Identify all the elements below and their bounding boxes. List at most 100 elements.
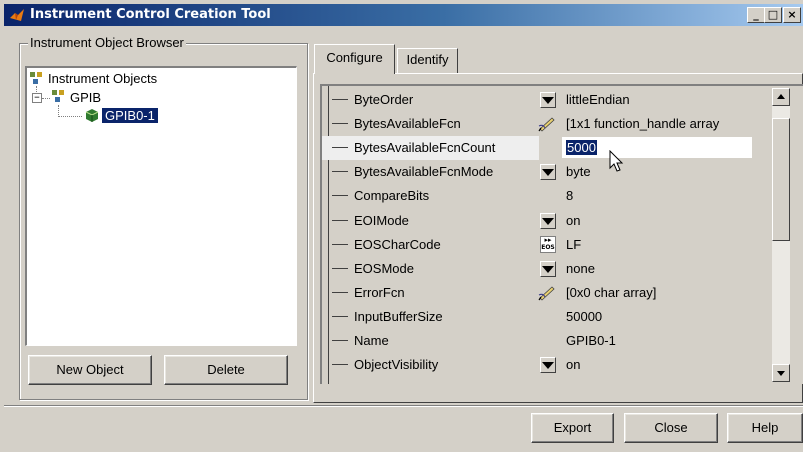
mouse-cursor-icon — [609, 150, 624, 172]
instrument-tree[interactable]: Instrument Objects − GPIB GPIB0-1 — [25, 66, 297, 346]
edit-callback-icon[interactable] — [538, 285, 556, 301]
property-row[interactable]: ObjectVisibility on — [322, 353, 792, 377]
property-value[interactable]: [1x1 function_handle array — [566, 116, 719, 131]
property-value[interactable]: [0x0 char array] — [566, 285, 656, 300]
property-tree-tick — [332, 267, 348, 269]
property-row[interactable]: EOSCharCode ▸▸ EOS LF — [322, 233, 792, 257]
property-tree-tick — [332, 147, 348, 149]
eos-icon[interactable]: ▸▸ EOS — [540, 235, 556, 253]
property-tree-tick — [332, 99, 348, 100]
property-row[interactable]: BytesAvailableFcnCount 5000 — [322, 136, 792, 161]
main-window: Instrument Control Creation Tool _ □ × I… — [0, 0, 803, 452]
title-bar[interactable]: Instrument Control Creation Tool _ □ × — [4, 4, 803, 26]
property-row[interactable]: BytesAvailableFcnMode byte — [322, 160, 792, 184]
new-object-button[interactable]: New Object — [28, 355, 152, 385]
property-value[interactable]: byte — [566, 164, 591, 179]
dropdown-arrow-icon — [542, 265, 554, 273]
property-name-cell: BytesAvailableFcnCount — [322, 136, 539, 161]
property-row[interactable]: ErrorFcn [0x0 char array] — [322, 281, 792, 305]
property-tree-tick — [332, 291, 348, 293]
tree-label-selected: GPIB0-1 — [101, 107, 159, 124]
property-inspector: ByteOrder littleEndian BytesAvailableFcn [1… — [320, 84, 803, 384]
export-button[interactable]: Export — [531, 413, 614, 443]
dropdown-arrow-icon — [542, 362, 554, 370]
property-name: EOSCharCode — [354, 236, 441, 252]
property-name: ErrorFcn — [354, 284, 405, 300]
property-value[interactable]: on — [566, 357, 580, 372]
scroll-down-button[interactable] — [772, 364, 790, 382]
property-name-cell: EOSCharCode — [322, 233, 539, 257]
footer-separator — [4, 405, 803, 407]
maximize-button[interactable]: □ — [764, 7, 782, 23]
dropdown-button[interactable] — [540, 164, 556, 181]
dropdown-button[interactable] — [540, 212, 556, 229]
scroll-up-icon — [777, 94, 785, 99]
property-value[interactable]: LF — [566, 237, 581, 252]
property-value[interactable]: 50000 — [566, 309, 602, 324]
gpib-object-icon — [85, 109, 99, 122]
property-tree-tick — [332, 340, 348, 341]
tab-identify[interactable]: Identify — [397, 48, 458, 73]
property-name: ByteOrder — [354, 92, 414, 107]
property-name-cell: BytesAvailableFcn — [322, 112, 539, 136]
property-name-cell: InputBufferSize — [322, 305, 539, 329]
dropdown-arrow-icon — [542, 169, 554, 177]
property-value[interactable]: 8 — [566, 188, 573, 203]
dropdown-button[interactable] — [540, 92, 556, 108]
tree-item-instrument-objects[interactable]: Instrument Objects — [48, 71, 157, 87]
property-name: BytesAvailableFcnCount — [354, 140, 496, 156]
property-row[interactable]: InputBufferSize 50000 — [322, 305, 792, 329]
property-tree-tick — [332, 171, 348, 173]
close-window-button[interactable]: × — [783, 7, 801, 23]
close-button[interactable]: Close — [624, 413, 718, 443]
property-name-cell: ErrorFcn — [322, 281, 539, 305]
tree-label: Instrument Objects — [48, 71, 158, 86]
property-row[interactable]: ByteOrder littleEndian — [322, 88, 792, 112]
property-row[interactable]: BytesAvailableFcn [1x1 function_handle ar… — [322, 112, 792, 136]
tree-item-gpib0-1[interactable]: GPIB0-1 — [101, 107, 159, 124]
gpib-folder-icon — [52, 90, 64, 102]
property-value[interactable]: on — [566, 213, 580, 228]
property-name: BytesAvailableFcnMode — [354, 164, 494, 180]
dropdown-button[interactable] — [540, 260, 556, 277]
property-name-cell: EOSMode — [322, 257, 539, 281]
property-row[interactable]: CompareBits 8 — [322, 184, 792, 208]
property-name-cell: Name — [322, 329, 539, 353]
property-name: InputBufferSize — [354, 308, 443, 324]
eos-arrows-icon: ▸▸ — [544, 235, 552, 244]
property-tree-tick — [332, 123, 348, 125]
dropdown-arrow-icon — [542, 217, 554, 225]
instrument-objects-icon — [30, 72, 42, 84]
tree-item-gpib[interactable]: GPIB — [70, 90, 101, 106]
edit-callback-icon[interactable] — [538, 116, 556, 132]
dropdown-button[interactable] — [540, 357, 556, 374]
collapse-icon[interactable]: − — [32, 93, 42, 103]
property-tree-tick — [332, 364, 348, 366]
tree-connector — [42, 98, 50, 99]
minimize-button[interactable]: _ — [747, 7, 765, 23]
dropdown-arrow-icon — [542, 97, 554, 104]
property-name-cell: BytesAvailableFcnMode — [322, 160, 539, 184]
property-value[interactable]: littleEndian — [566, 92, 630, 107]
property-row[interactable]: Name GPIB0-1 — [322, 329, 792, 353]
property-value[interactable]: none — [566, 261, 595, 276]
property-tree-tick — [332, 195, 348, 197]
minimize-icon: _ — [753, 8, 759, 21]
property-row[interactable]: EOIMode on — [322, 209, 792, 233]
property-value[interactable]: GPIB0-1 — [566, 333, 616, 348]
tree-connector — [58, 116, 82, 117]
property-name: ObjectVisibility — [354, 357, 439, 373]
property-name: CompareBits — [354, 188, 430, 204]
scroll-thumb[interactable] — [772, 118, 790, 241]
property-name: BytesAvailableFcn — [354, 116, 461, 132]
delete-button[interactable]: Delete — [164, 355, 288, 385]
property-name: Name — [354, 333, 389, 348]
window-title: Instrument Control Creation Tool — [30, 7, 271, 22]
property-value-input[interactable]: 5000 — [562, 137, 752, 159]
property-row[interactable]: EOSMode none — [322, 257, 792, 281]
property-name: EOIMode — [354, 212, 409, 228]
property-scrollbar[interactable] — [772, 88, 790, 382]
tab-configure[interactable]: Configure — [314, 44, 395, 74]
scroll-up-button[interactable] — [772, 88, 790, 106]
help-button[interactable]: Help — [727, 413, 803, 443]
